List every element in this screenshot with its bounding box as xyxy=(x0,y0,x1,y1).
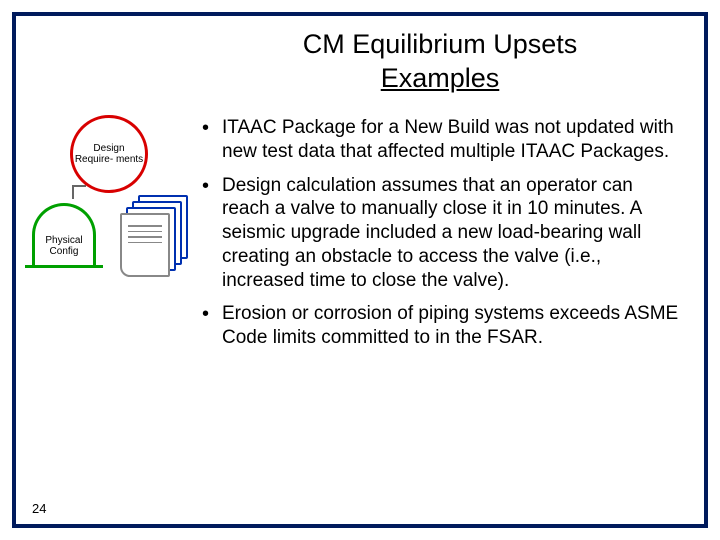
bullet-list: ITAAC Package for a New Build was not up… xyxy=(200,116,680,360)
design-requirements-circle: Design Require- ments xyxy=(70,115,148,193)
bullet-text: ITAAC Package for a New Build was not up… xyxy=(222,117,674,162)
facility-docs-stack-icon xyxy=(120,195,188,277)
cm-diagram: Design Require- ments Physical Config xyxy=(30,115,195,300)
doc-page-icon xyxy=(120,213,170,277)
title-line1: CM Equilibrium Upsets xyxy=(303,29,578,59)
bullet-item: Erosion or corrosion of piping systems e… xyxy=(200,302,680,350)
design-label: Design Require- ments xyxy=(73,143,145,165)
bullet-item: Design calculation assumes that an opera… xyxy=(200,174,680,293)
bullet-text: Erosion or corrosion of piping systems e… xyxy=(222,303,678,348)
bullet-text: Design calculation assumes that an opera… xyxy=(222,175,641,291)
physical-label: Physical Config xyxy=(35,235,93,257)
physical-config-arch: Physical Config xyxy=(32,203,96,283)
connector-corner xyxy=(72,185,86,199)
slide-title: CM Equilibrium Upsets Examples xyxy=(200,28,680,96)
page-number: 24 xyxy=(32,501,46,516)
title-line2: Examples xyxy=(381,63,500,93)
bullet-item: ITAAC Package for a New Build was not up… xyxy=(200,116,680,164)
